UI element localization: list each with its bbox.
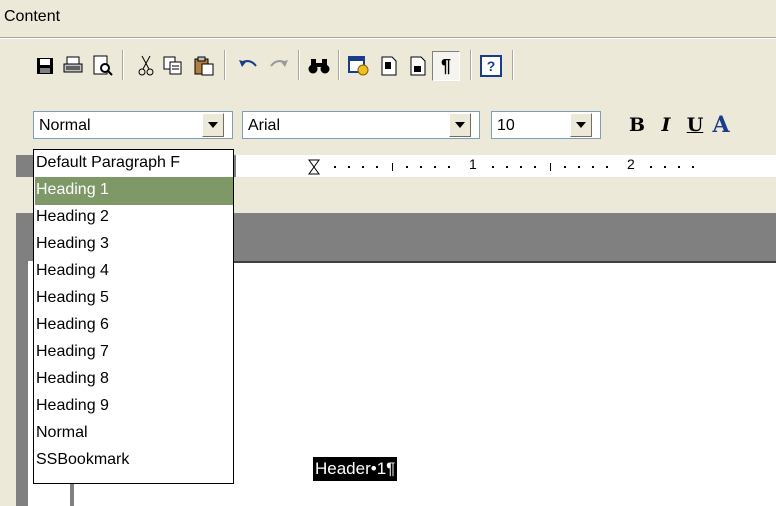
floppy-disk-icon (37, 58, 53, 74)
font-value: Arial (248, 117, 281, 134)
font-combobox[interactable]: Arial (242, 111, 480, 139)
style-option[interactable]: Normal (35, 420, 233, 448)
undo-button[interactable] (236, 52, 262, 80)
ruler-dot (534, 166, 536, 168)
header-button[interactable] (376, 52, 402, 80)
copy-icon (163, 56, 182, 75)
printer-icon (63, 56, 83, 73)
print-button[interactable] (60, 52, 86, 80)
style-option-selected[interactable]: Heading 1 (35, 177, 233, 205)
style-option[interactable]: Heading 8 (35, 366, 233, 394)
binoculars-icon (308, 59, 330, 74)
scissors-icon (138, 55, 154, 76)
clipboard-icon (194, 56, 214, 76)
paste-button[interactable] (191, 52, 217, 80)
font-dropdown-button[interactable] (449, 113, 471, 137)
bold-button[interactable]: B (624, 112, 650, 138)
ruler-dot (506, 166, 508, 168)
ruler-dot (578, 166, 580, 168)
document-left-margin (16, 213, 28, 506)
find-button[interactable] (306, 52, 332, 80)
insert-datetime-button[interactable] (346, 52, 372, 80)
page-footer-icon (410, 56, 426, 76)
ruler-dot (434, 166, 436, 168)
chevron-down-icon (576, 122, 586, 128)
underline-button[interactable]: U (682, 112, 708, 138)
toolbar-separator (338, 50, 340, 80)
style-option[interactable]: Heading 9 (35, 393, 233, 421)
ruler-number: 2 (627, 156, 635, 172)
toolbar-separator (470, 50, 472, 80)
ruler-dot (448, 166, 450, 168)
show-formatting-button[interactable]: ¶ (432, 51, 460, 81)
section-title: Content (4, 8, 61, 25)
ruler-number: 1 (469, 156, 477, 172)
save-button[interactable] (32, 52, 58, 80)
redo-button[interactable] (265, 52, 291, 80)
font-size-combobox[interactable]: 10 (491, 111, 601, 139)
style-option[interactable]: SSBookmark (35, 447, 233, 475)
page-header-icon (381, 56, 397, 76)
ruler-dot (492, 166, 494, 168)
undo-arrow-icon (239, 60, 257, 67)
ruler-dot (334, 166, 336, 168)
ruler-dot (664, 166, 666, 168)
font-size-value: 10 (497, 117, 515, 134)
selected-header-text[interactable]: Header•1¶ (313, 457, 398, 481)
ruler-dot (520, 166, 522, 168)
ruler-dot (376, 166, 378, 168)
toolbar-separator (224, 50, 226, 80)
redo-arrow-icon (270, 60, 288, 67)
calendar-clock-icon (348, 56, 369, 76)
print-preview-icon (93, 55, 113, 76)
help-icon: ? (480, 55, 502, 77)
ruler-tick (392, 163, 393, 171)
indent-marker-icon[interactable] (308, 159, 320, 175)
style-value: Normal (39, 117, 91, 134)
ruler-dot (420, 166, 422, 168)
style-option[interactable]: Heading 5 (35, 285, 233, 313)
ruler-dot (564, 166, 566, 168)
toolbar-separator (298, 50, 300, 80)
style-option[interactable]: Heading 6 (35, 312, 233, 340)
ruler-dot (406, 166, 408, 168)
toolbar-separator (122, 50, 124, 80)
style-option[interactable]: Heading 2 (35, 204, 233, 232)
title-divider (0, 37, 776, 39)
style-option[interactable]: Heading 7 (35, 339, 233, 367)
toolbar-separator (512, 50, 514, 80)
style-dropdown-button[interactable] (202, 113, 224, 137)
help-button[interactable]: ? (478, 52, 504, 80)
ruler-dot (348, 166, 350, 168)
ruler-dot (606, 166, 608, 168)
ruler-tick (550, 163, 551, 171)
print-preview-button[interactable] (90, 52, 116, 80)
style-option[interactable]: Heading 4 (35, 258, 233, 286)
font-color-button[interactable]: A (708, 112, 734, 138)
chevron-down-icon (208, 122, 218, 128)
copy-button[interactable] (160, 52, 186, 80)
italic-button[interactable]: I (653, 112, 679, 138)
ruler-dot (678, 166, 680, 168)
style-option[interactable]: Default Paragraph F (35, 150, 233, 178)
ruler-dot (362, 166, 364, 168)
ruler-dot (692, 166, 694, 168)
font-size-dropdown-button[interactable] (570, 113, 592, 137)
style-dropdown-list[interactable]: Default Paragraph F Heading 1 Heading 2 … (33, 149, 234, 484)
ruler-dot (650, 166, 652, 168)
footer-button[interactable] (405, 52, 431, 80)
pilcrow-icon: ¶ (440, 55, 451, 76)
style-combobox[interactable]: Normal (33, 111, 233, 139)
cut-button[interactable] (133, 52, 159, 80)
chevron-down-icon (455, 122, 465, 128)
ruler-dot (592, 166, 594, 168)
style-option[interactable]: Heading 3 (35, 231, 233, 259)
